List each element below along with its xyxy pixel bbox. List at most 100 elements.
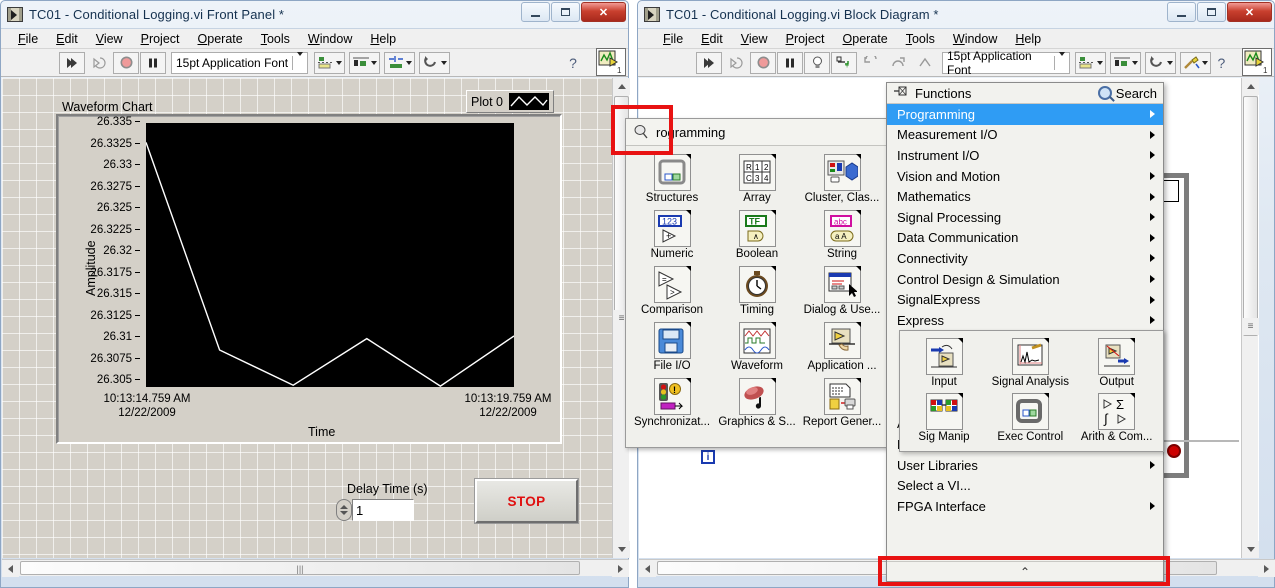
functions-menu-item-user-libraries[interactable]: User Libraries — [887, 455, 1163, 476]
functions-menu-item-measurement-i-o[interactable]: Measurement I/O — [887, 125, 1163, 146]
step-over-button[interactable] — [885, 52, 911, 74]
dialog-user-interface-icon[interactable] — [823, 266, 861, 303]
functions-menu-item-data-communication[interactable]: Data Communication — [887, 228, 1163, 249]
application-control-icon[interactable] — [823, 322, 861, 359]
bd-menu-operate[interactable]: Operate — [834, 30, 897, 48]
reorder-button[interactable] — [419, 51, 451, 74]
delay-time-input[interactable]: 1 — [352, 499, 414, 521]
bd-align-objects-button[interactable] — [1074, 51, 1106, 74]
functions-menu-item-select-a-vi[interactable]: Select a VI... — [887, 475, 1163, 496]
waveform-chart[interactable]: 26.335 26.3325 26.33 26.3275 26.325 26.3225 26… — [56, 114, 562, 444]
functions-search[interactable]: Search — [1097, 86, 1157, 101]
palette-item-cluster-clas[interactable]: Cluster, Clas... — [800, 152, 884, 206]
bd-menu-file[interactable]: File — [654, 30, 692, 48]
synchronization-icon[interactable]: ! — [653, 378, 691, 415]
structures-icon[interactable] — [653, 154, 691, 191]
menu-tools[interactable]: Tools — [252, 30, 299, 48]
express-item-output[interactable]: Output — [1075, 336, 1159, 391]
express-item-exec-control[interactable]: Exec Control — [988, 391, 1072, 446]
bd-scroll-thumb-vertical[interactable] — [1243, 96, 1258, 336]
functions-menu-item-signal-processing[interactable]: Signal Processing — [887, 207, 1163, 228]
palette-item-synchronizat[interactable]: ! Synchronizat... — [630, 376, 714, 430]
align-objects-button[interactable] — [314, 51, 346, 74]
vi-connector-pane-icon[interactable]: 1 — [596, 48, 626, 76]
functions-menu-item-vision-and-motion[interactable]: Vision and Motion — [887, 166, 1163, 187]
retain-wire-values-button[interactable]: + — [831, 51, 857, 74]
scroll-thumb-horizontal[interactable]: ||| — [20, 561, 580, 575]
palette-item-array[interactable]: R 1 2 C 3 4 Array — [715, 152, 799, 206]
express-item-input[interactable]: Input — [902, 336, 986, 391]
menu-project[interactable]: Project — [132, 30, 189, 48]
bd-distribute-objects-button[interactable] — [1109, 51, 1141, 74]
palette-item-string[interactable]: abc a A String — [800, 208, 884, 262]
express-item-signal-analysis[interactable]: Signal Analysis — [988, 336, 1072, 391]
bd-scroll-up-button[interactable] — [1242, 78, 1259, 95]
plot-legend[interactable]: Plot 0 — [466, 90, 554, 113]
menu-edit[interactable]: Edit — [47, 30, 87, 48]
express-signal-analysis-icon[interactable] — [1011, 338, 1049, 375]
scroll-up-button[interactable] — [613, 78, 630, 95]
minimize-button-bd[interactable] — [1167, 2, 1196, 22]
bd-vi-connector-pane-icon[interactable]: 1 — [1242, 48, 1272, 76]
collapse-chevron-up-icon[interactable]: ⌃ — [1020, 566, 1030, 578]
palette-item-application[interactable]: Application ... — [800, 320, 884, 374]
menu-window[interactable]: Window — [299, 30, 361, 48]
cluster-class-variant-icon[interactable] — [823, 154, 861, 191]
bd-scroll-down-button[interactable] — [1242, 541, 1259, 558]
express-input-icon[interactable] — [925, 338, 963, 375]
iteration-terminal[interactable]: i — [701, 450, 715, 464]
maximize-button[interactable] — [551, 2, 580, 22]
close-button-bd[interactable]: ✕ — [1227, 2, 1272, 22]
palette-item-graphics-s[interactable]: Graphics & S... — [715, 376, 799, 430]
run-continuously-button[interactable] — [86, 52, 112, 74]
functions-menu-item-control-design-simulation[interactable]: Control Design & Simulation — [887, 269, 1163, 290]
palette-item-dialog-use[interactable]: Dialog & Use... — [800, 264, 884, 318]
palette-item-comparison[interactable]: = > Comparison — [630, 264, 714, 318]
bd-menu-view[interactable]: View — [732, 30, 777, 48]
bd-menu-window[interactable]: Window — [944, 30, 1006, 48]
palette-item-numeric[interactable]: 123 + Numeric — [630, 208, 714, 262]
magnifier-search-icon[interactable] — [1097, 86, 1112, 100]
palette-item-file-i-o[interactable]: File I/O — [630, 320, 714, 374]
font-selector[interactable]: 15pt Application Font — [171, 51, 309, 74]
functions-menu-item-signalexpress[interactable]: SignalExpress — [887, 289, 1163, 310]
bd-menu-project[interactable]: Project — [777, 30, 834, 48]
bd-run-button[interactable] — [696, 51, 722, 74]
plot-legend-swatch-icon[interactable] — [508, 93, 549, 110]
block-diagram-vertical-scrollbar[interactable]: ≡ — [1241, 78, 1259, 558]
waveform-icon[interactable] — [738, 322, 776, 359]
run-button[interactable] — [59, 51, 85, 74]
stop-boolean-constant[interactable] — [1167, 444, 1181, 458]
menu-view[interactable]: View — [87, 30, 132, 48]
distribute-objects-button[interactable] — [349, 51, 381, 74]
bd-scroll-right-button[interactable] — [1258, 560, 1275, 577]
pin-palette-icon[interactable] — [632, 124, 650, 140]
minimize-button[interactable] — [521, 2, 550, 22]
functions-menu-item-connectivity[interactable]: Connectivity — [887, 248, 1163, 269]
highlight-execution-button[interactable] — [804, 51, 830, 74]
functions-menu-item-express[interactable]: Express — [887, 310, 1163, 331]
express-item-arith-com[interactable]: Σ ∫ Arith & Com... — [1075, 391, 1159, 446]
resize-objects-button[interactable] — [384, 51, 416, 74]
timing-clock-icon[interactable] — [738, 266, 776, 303]
report-generation-icon[interactable] — [823, 378, 861, 415]
bd-font-selector[interactable]: 15pt Application Font — [942, 49, 1070, 77]
scroll-right-button[interactable] — [612, 560, 629, 577]
express-arithmetic-comparison-icon[interactable]: Σ ∫ — [1098, 393, 1136, 430]
graphics-sound-icon[interactable] — [738, 378, 776, 415]
express-signal-manipulation-icon[interactable] — [925, 393, 963, 430]
palette-item-waveform[interactable]: Waveform — [715, 320, 799, 374]
bd-menu-edit[interactable]: Edit — [692, 30, 732, 48]
functions-menu-collapse-bar[interactable]: ⌃ — [887, 561, 1163, 581]
plot-area[interactable] — [146, 123, 514, 387]
string-icon[interactable]: abc a A — [823, 210, 861, 247]
clean-up-diagram-button[interactable] — [1179, 51, 1211, 74]
menu-help[interactable]: Help — [361, 30, 405, 48]
express-palette[interactable]: Input Signal Analysis Output Sig Manip Exec … — [899, 330, 1164, 452]
pause-button[interactable] — [140, 51, 166, 74]
functions-pin-icon[interactable] — [893, 85, 909, 101]
palette-item-structures[interactable]: Structures — [630, 152, 714, 206]
front-panel-horizontal-scrollbar[interactable]: ||| — [2, 559, 629, 577]
numeric-icon[interactable]: 123 + — [653, 210, 691, 247]
bd-menu-help[interactable]: Help — [1006, 30, 1050, 48]
